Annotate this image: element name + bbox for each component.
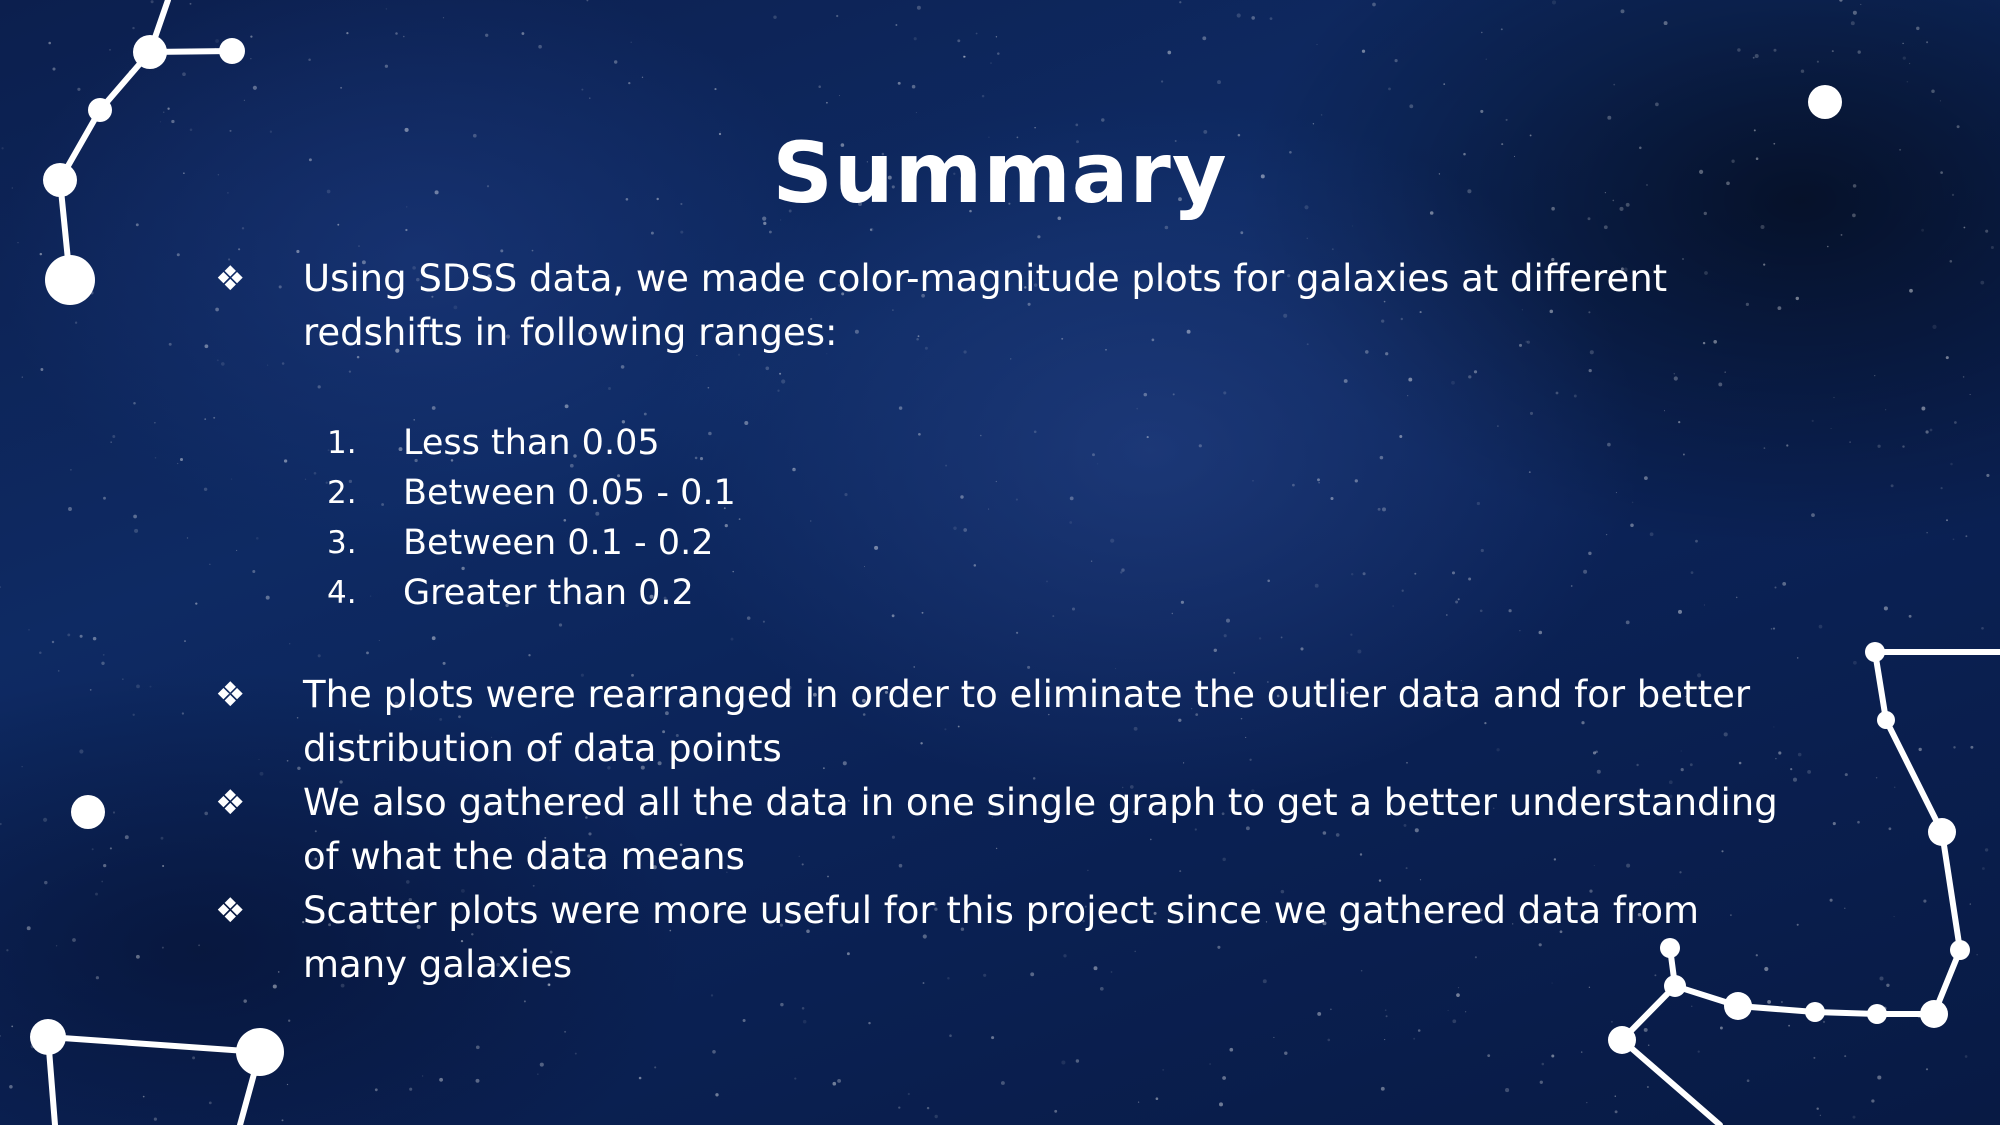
star-node bbox=[133, 35, 167, 69]
list-number: 2. bbox=[327, 475, 357, 511]
star-node bbox=[45, 255, 95, 305]
bullet-text: Using SDSS data, we made color-magnitude… bbox=[303, 257, 1668, 354]
range-text: Between 0.05 - 0.1 bbox=[403, 473, 736, 513]
bullet-text: We also gathered all the data in one sin… bbox=[303, 781, 1778, 878]
star-node bbox=[1867, 1004, 1887, 1024]
star-node bbox=[1808, 85, 1842, 119]
star-node bbox=[1920, 1000, 1948, 1028]
star-node bbox=[30, 1019, 66, 1055]
star-node bbox=[236, 1028, 284, 1076]
diamond-bullet-icon: ❖ bbox=[215, 675, 246, 715]
star-node bbox=[1805, 1002, 1825, 1022]
list-number: 1. bbox=[327, 425, 357, 461]
list-number: 4. bbox=[327, 575, 357, 611]
range-text: Between 0.1 - 0.2 bbox=[403, 523, 714, 563]
star-node bbox=[1950, 940, 1970, 960]
list-number: 3. bbox=[327, 525, 357, 561]
star-node bbox=[1928, 818, 1956, 846]
star-node bbox=[1608, 1026, 1636, 1054]
star-node bbox=[1865, 642, 1885, 662]
diamond-bullet-icon: ❖ bbox=[215, 891, 246, 931]
star-node bbox=[1724, 992, 1752, 1020]
bullet-text: Scatter plots were more useful for this … bbox=[303, 889, 1700, 986]
star-node bbox=[219, 38, 245, 64]
star-node bbox=[1877, 711, 1895, 729]
range-text: Less than 0.05 bbox=[403, 423, 660, 463]
diamond-bullet-icon: ❖ bbox=[215, 259, 246, 299]
star-node bbox=[71, 795, 105, 829]
bullet-text: The plots were rearranged in order to el… bbox=[303, 673, 1751, 770]
range-text: Greater than 0.2 bbox=[403, 573, 694, 613]
slide-title: Summary bbox=[772, 124, 1228, 222]
diamond-bullet-icon: ❖ bbox=[215, 783, 246, 823]
